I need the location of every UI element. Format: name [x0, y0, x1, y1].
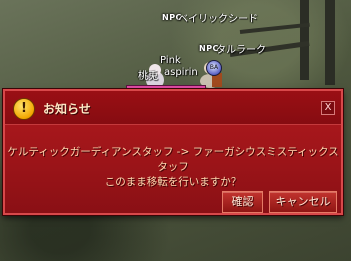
confirm-button[interactable]: 確認 [222, 191, 263, 213]
notice-dialog: ! お知らせ X ケルティックガーディアンスタッフ -> ファーガシウスミスティ… [3, 89, 343, 215]
guild-emblem-icon: BA [206, 60, 222, 76]
npc-name-tarlach[interactable]: タルラーク [216, 41, 266, 56]
fence-post [325, 0, 335, 85]
dialog-header: ! お知らせ X [5, 91, 341, 125]
npc-name-bayrick[interactable]: ベイリックシード [178, 10, 258, 25]
dialog-message: ケルティックガーディアンスタッフ -> ファーガシウスミスティックスタッフ この… [7, 146, 339, 188]
cancel-button[interactable]: キャンセル [269, 191, 337, 213]
player-name: aspirin [164, 67, 198, 78]
pet-name: Pink [160, 55, 181, 66]
close-button[interactable]: X [321, 101, 335, 115]
warning-icon: ! [13, 98, 35, 120]
player-title: 桃兎 [138, 71, 158, 82]
dialog-title: お知らせ [43, 102, 91, 116]
